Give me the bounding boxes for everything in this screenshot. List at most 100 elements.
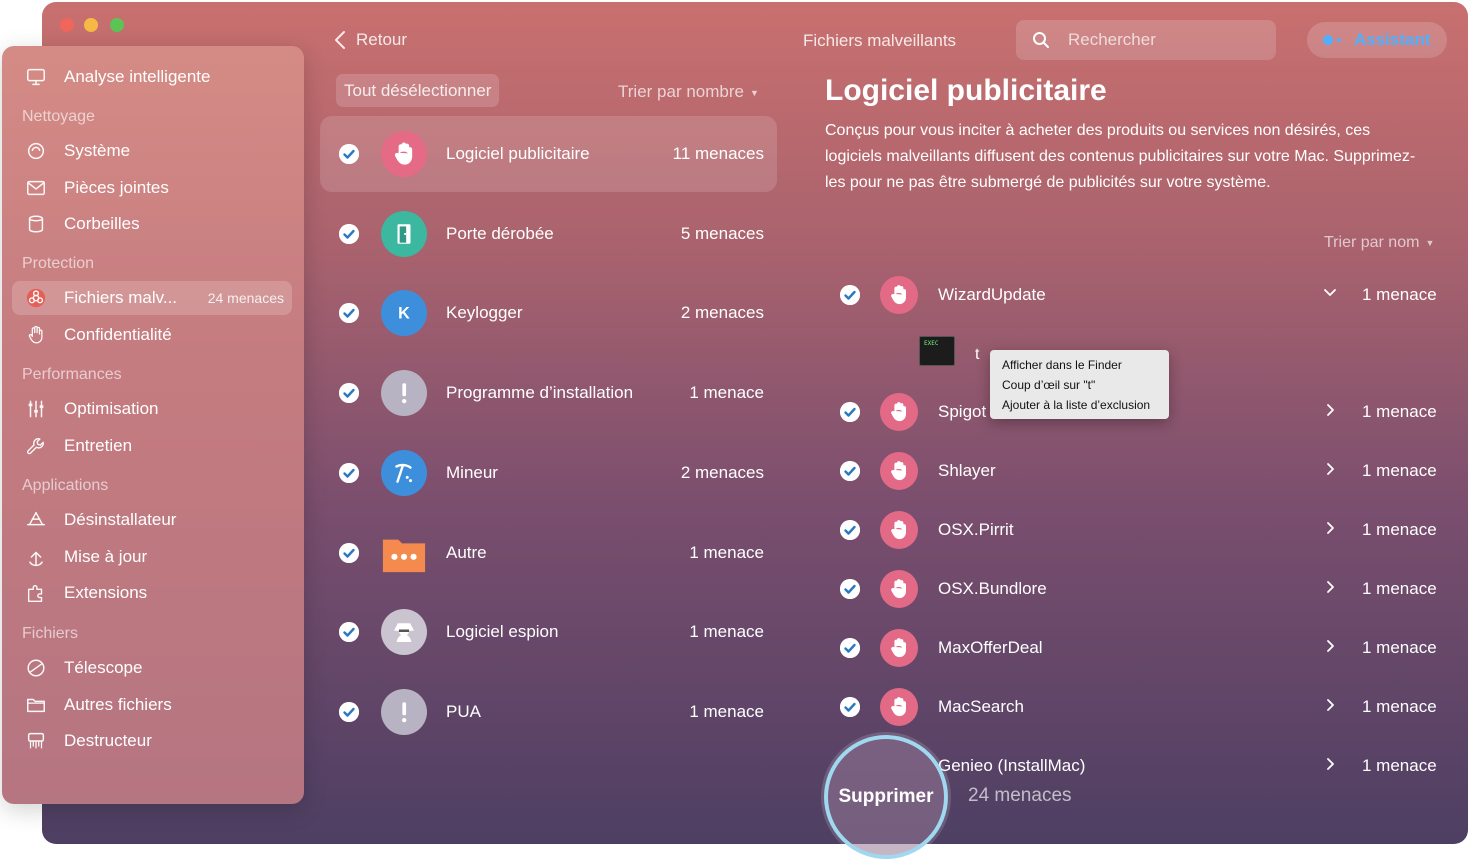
category-row[interactable]: Programme d’installation 1 menace <box>320 355 777 431</box>
expand-toggle[interactable] <box>1323 462 1337 481</box>
expand-toggle[interactable] <box>1323 580 1337 599</box>
sidebar-item-smart-scan[interactable]: Analyse intelligente <box>0 60 302 94</box>
category-row[interactable]: Logiciel espion 1 menace <box>320 594 777 670</box>
context-menu-item-add-exclusion[interactable]: Ajouter à la liste d’exclusion <box>990 397 1169 417</box>
sidebar-item-hand[interactable]: Confidentialité <box>0 318 302 352</box>
expand-toggle[interactable] <box>1323 639 1337 658</box>
context-menu-item-quick-look[interactable]: Coup d’œil sur "t" <box>990 377 1169 397</box>
checkbox-checked-icon[interactable] <box>339 462 359 483</box>
close-window-button[interactable] <box>60 18 74 32</box>
assistant-label: Assistant <box>1354 30 1431 49</box>
threat-row[interactable]: Shlayer 1 menace <box>830 446 1450 496</box>
chevron-right-icon <box>1327 404 1334 416</box>
threat-row[interactable]: OSX.Pirrit 1 menace <box>830 505 1450 555</box>
threat-row[interactable]: OSX.Bundlore 1 menace <box>830 564 1450 614</box>
category-row[interactable]: Porte dérobée 5 menaces <box>320 196 777 272</box>
sidebar-item-folder[interactable]: Autres fichiers <box>0 688 302 722</box>
expand-toggle[interactable] <box>1323 521 1337 540</box>
sort-by-count-dropdown[interactable]: Trier par nombre ▼ <box>618 82 759 102</box>
checkbox-checked-icon[interactable] <box>339 383 359 404</box>
expand-toggle[interactable] <box>1323 403 1337 422</box>
category-row[interactable]: Mineur 2 menaces <box>320 435 777 511</box>
threat-name: OSX.Bundlore <box>938 579 1047 598</box>
file-name[interactable]: t <box>975 346 979 364</box>
sidebar-item-shredder[interactable]: Destructeur <box>0 724 302 758</box>
sidebar-item-label: Destructeur <box>64 731 152 751</box>
expand-toggle[interactable] <box>1323 286 1337 305</box>
sidebar-item-label: Optimisation <box>64 399 159 418</box>
sidebar-item-mail[interactable]: Pièces jointes <box>0 171 302 205</box>
checkbox-checked-icon[interactable] <box>339 303 359 324</box>
sidebar-item-label: Mise à jour <box>64 546 148 566</box>
category-row[interactable]: Logiciel publicitaire 11 menaces <box>320 116 777 192</box>
stop-hand-icon <box>880 570 918 608</box>
checkbox-checked-icon[interactable] <box>840 402 860 422</box>
door-icon <box>381 210 427 257</box>
minimize-window-button[interactable] <box>84 18 98 32</box>
context-menu-item-show-in-finder[interactable]: Afficher dans le Finder <box>990 357 1169 377</box>
category-count: 2 menaces <box>680 303 764 323</box>
orange-folder-icon <box>381 530 427 576</box>
threat-name: OSX.Pirrit <box>938 520 1014 539</box>
threat-name: WizardUpdate <box>938 285 1046 304</box>
appstore-icon <box>24 508 48 532</box>
detail-title: Logiciel publicitaire <box>825 74 1107 107</box>
hand-icon <box>24 323 48 347</box>
exclamation-icon <box>381 370 427 417</box>
biohazard-icon <box>24 286 48 310</box>
category-row[interactable]: Autre 1 menace <box>320 515 777 591</box>
sidebar-item-telescope[interactable]: Télescope <box>0 651 302 685</box>
category-count: 5 menaces <box>680 223 764 243</box>
category-count: 11 menaces <box>672 144 764 163</box>
threat-count: 1 menace <box>1362 520 1437 539</box>
checkbox-checked-icon[interactable] <box>840 285 860 305</box>
sidebar-item-label: Entretien <box>64 435 133 455</box>
chevron-right-icon <box>1327 699 1334 711</box>
checkbox-checked-icon[interactable] <box>840 638 860 658</box>
expand-toggle[interactable] <box>1323 698 1337 717</box>
checkbox-checked-icon[interactable] <box>339 622 359 643</box>
sidebar-item-extensions[interactable]: Extensions <box>0 576 302 610</box>
back-button[interactable]: Retour <box>334 30 407 50</box>
delete-button[interactable]: Supprimer <box>824 735 948 859</box>
chevron-right-icon <box>1327 758 1334 770</box>
sort-by-count-label: Trier par nombre <box>618 82 744 101</box>
category-row[interactable]: PUA 1 menace <box>320 674 777 750</box>
checkbox-checked-icon[interactable] <box>339 223 359 244</box>
threat-row[interactable]: MacSearch 1 menace <box>830 682 1450 732</box>
sidebar-item-biohazard[interactable]: Fichiers malv... 24 menaces <box>12 281 292 315</box>
sidebar-item-label: Autres fichiers <box>64 694 172 714</box>
sidebar-item-update[interactable]: Mise à jour <box>0 540 302 574</box>
threat-count: 1 menace <box>1362 461 1437 480</box>
threat-row[interactable]: MaxOfferDeal 1 menace <box>830 623 1450 673</box>
category-count: 1 menace <box>689 622 764 642</box>
checkbox-checked-icon[interactable] <box>339 144 359 164</box>
expand-toggle[interactable] <box>1323 757 1337 776</box>
checkbox-checked-icon[interactable] <box>840 579 860 599</box>
search-field[interactable] <box>1016 20 1276 60</box>
sort-by-name-dropdown[interactable]: Trier par nom ▼ <box>1324 234 1434 252</box>
threat-name: Genieo (InstallMac) <box>938 756 1086 775</box>
checkbox-checked-icon[interactable] <box>840 520 860 540</box>
assistant-button[interactable]: Assistant <box>1307 22 1447 58</box>
checkbox-checked-icon[interactable] <box>339 542 359 563</box>
checkbox-checked-icon[interactable] <box>339 701 359 722</box>
sidebar-item-appstore[interactable]: Désinstallateur <box>0 503 302 537</box>
sidebar-item-wrench[interactable]: Entretien <box>0 429 302 463</box>
category-name: PUA <box>446 701 481 721</box>
stop-hand-icon <box>880 511 918 549</box>
category-name: Keylogger <box>446 303 523 323</box>
file-thumbnail[interactable]: EXEC <box>919 336 955 366</box>
sidebar-item-sliders[interactable]: Optimisation <box>0 392 302 426</box>
checkbox-checked-icon[interactable] <box>840 697 860 717</box>
deselect-all-button[interactable]: Tout désélectionner <box>336 74 500 107</box>
checkbox-checked-icon[interactable] <box>840 461 860 481</box>
category-row[interactable]: K Keylogger 2 menaces <box>320 275 777 351</box>
sidebar-item-system[interactable]: Système <box>0 134 302 168</box>
threat-count: 1 menace <box>1362 697 1437 716</box>
threat-row[interactable]: WizardUpdate 1 menace <box>830 270 1450 320</box>
threat-name: MacSearch <box>938 697 1024 716</box>
sidebar-item-trash[interactable]: Corbeilles <box>0 207 302 241</box>
zoom-window-button[interactable] <box>110 18 124 32</box>
search-input[interactable] <box>1068 30 1258 50</box>
